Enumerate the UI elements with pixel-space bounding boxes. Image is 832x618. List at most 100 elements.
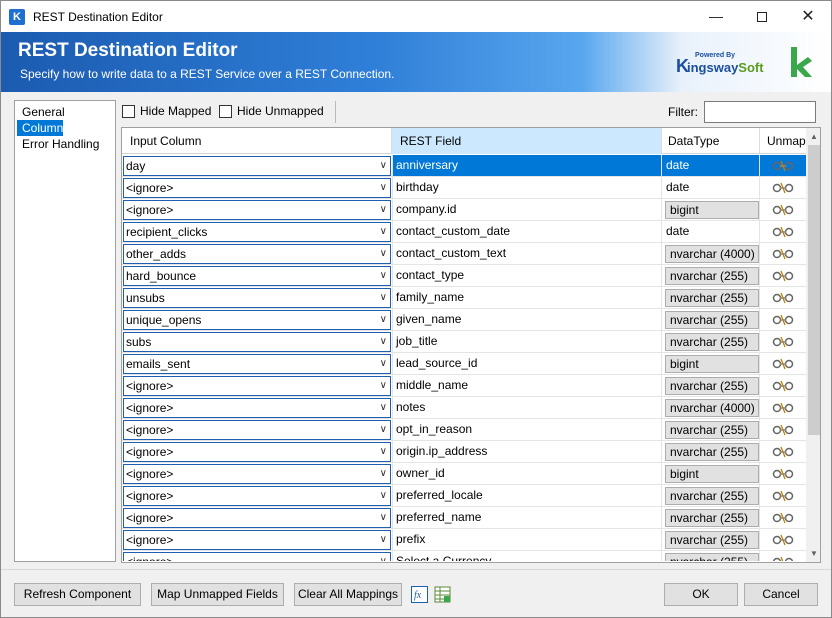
chevron-down-icon[interactable]: ∨	[380, 179, 387, 197]
input-column-select[interactable]: <ignore> ∨	[123, 200, 391, 220]
input-column-select[interactable]: <ignore> ∨	[123, 464, 391, 484]
input-column-select[interactable]: <ignore> ∨	[123, 552, 391, 561]
header-rest-field[interactable]: REST Field	[392, 128, 662, 154]
unmap-icon[interactable]	[772, 379, 794, 393]
unmap-icon[interactable]	[772, 291, 794, 305]
rest-field-cell[interactable]: job_title	[392, 331, 662, 352]
input-column-select[interactable]: unsubs ∨	[123, 288, 391, 308]
table-row[interactable]: <ignore> ∨ preferred_name nvarchar (255)	[122, 507, 806, 529]
chevron-down-icon[interactable]: ∨	[380, 509, 387, 527]
rest-field-cell[interactable]: opt_in_reason	[392, 419, 662, 440]
rest-field-cell[interactable]: notes	[392, 397, 662, 418]
filter-input[interactable]	[704, 101, 816, 123]
table-row[interactable]: <ignore> ∨ owner_id bigint	[122, 463, 806, 485]
unmap-icon[interactable]	[772, 313, 794, 327]
unmap-icon[interactable]	[772, 511, 794, 525]
unmap-icon[interactable]	[772, 467, 794, 481]
input-column-select[interactable]: <ignore> ∨	[123, 178, 391, 198]
scroll-up-icon[interactable]: ▲	[806, 128, 820, 145]
unmap-icon[interactable]	[772, 533, 794, 547]
input-column-select[interactable]: <ignore> ∨	[123, 398, 391, 418]
chevron-down-icon[interactable]: ∨	[380, 245, 387, 263]
table-row[interactable]: <ignore> ∨ origin.ip_address nvarchar (255)	[122, 441, 806, 463]
table-row[interactable]: <ignore> ∨ opt_in_reason nvarchar (255)	[122, 419, 806, 441]
rest-field-cell[interactable]: owner_id	[392, 463, 662, 484]
unmap-icon[interactable]	[772, 181, 794, 195]
chevron-down-icon[interactable]: ∨	[380, 355, 387, 373]
minimize-button[interactable]: —	[693, 1, 739, 32]
chevron-down-icon[interactable]: ∨	[380, 553, 387, 561]
rest-field-cell[interactable]: preferred_name	[392, 507, 662, 528]
table-row[interactable]: <ignore> ∨ preferred_locale nvarchar (255)	[122, 485, 806, 507]
table-row[interactable]: other_adds ∨ contact_custom_text nvarchar (…	[122, 243, 806, 265]
cancel-button[interactable]: Cancel	[744, 583, 818, 606]
nav-item-columns[interactable]: Columns	[17, 120, 69, 136]
input-column-select[interactable]: <ignore> ∨	[123, 530, 391, 550]
table-row[interactable]: emails_sent ∨ lead_source_id bigint	[122, 353, 806, 375]
header-unmap[interactable]: Unmap	[760, 128, 806, 154]
fx-icon[interactable]: fx	[411, 586, 428, 603]
unmap-icon[interactable]	[772, 269, 794, 283]
unmap-icon[interactable]	[772, 555, 794, 561]
chevron-down-icon[interactable]: ∨	[380, 223, 387, 241]
unmap-icon[interactable]	[772, 225, 794, 239]
chevron-down-icon[interactable]: ∨	[380, 157, 387, 175]
scroll-down-icon[interactable]: ▼	[806, 545, 820, 562]
nav-item-general[interactable]: General	[17, 104, 113, 120]
unmap-icon[interactable]	[772, 247, 794, 261]
rest-field-cell[interactable]: given_name	[392, 309, 662, 330]
rest-field-cell[interactable]: anniversary	[392, 155, 662, 176]
refresh-component-button[interactable]: Refresh Component	[14, 583, 141, 606]
input-column-select[interactable]: unique_opens ∨	[123, 310, 391, 330]
rest-field-cell[interactable]: lead_source_id	[392, 353, 662, 374]
chevron-down-icon[interactable]: ∨	[380, 487, 387, 505]
close-button[interactable]: ✕	[785, 1, 831, 32]
spreadsheet-icon[interactable]	[434, 586, 451, 603]
rest-field-cell[interactable]: origin.ip_address	[392, 441, 662, 462]
maximize-button[interactable]	[739, 1, 785, 32]
table-row[interactable]: unique_opens ∨ given_name nvarchar (255)	[122, 309, 806, 331]
chevron-down-icon[interactable]: ∨	[380, 465, 387, 483]
rest-field-cell[interactable]: Select a Currency	[392, 551, 662, 561]
table-row[interactable]: <ignore> ∨ notes nvarchar (4000)	[122, 397, 806, 419]
unmap-icon[interactable]	[772, 489, 794, 503]
input-column-select[interactable]: <ignore> ∨	[123, 442, 391, 462]
hide-unmapped-checkbox[interactable]	[219, 105, 232, 118]
unmap-icon[interactable]	[772, 335, 794, 349]
input-column-select[interactable]: emails_sent ∨	[123, 354, 391, 374]
header-datatype[interactable]: DataType	[662, 128, 760, 154]
input-column-select[interactable]: <ignore> ∨	[123, 420, 391, 440]
nav-item-error-handling[interactable]: Error Handling	[17, 136, 113, 152]
chevron-down-icon[interactable]: ∨	[380, 531, 387, 549]
chevron-down-icon[interactable]: ∨	[380, 333, 387, 351]
table-row[interactable]: subs ∨ job_title nvarchar (255)	[122, 331, 806, 353]
header-input-column[interactable]: Input Column	[122, 128, 392, 154]
table-row[interactable]: <ignore> ∨ Select a Currencynvarchar (255)	[122, 551, 806, 561]
chevron-down-icon[interactable]: ∨	[380, 201, 387, 219]
chevron-down-icon[interactable]: ∨	[380, 399, 387, 417]
hide-mapped-checkbox[interactable]	[122, 105, 135, 118]
rest-field-cell[interactable]: prefix	[392, 529, 662, 550]
rest-field-cell[interactable]: contact_custom_text	[392, 243, 662, 264]
input-column-select[interactable]: <ignore> ∨	[123, 508, 391, 528]
chevron-down-icon[interactable]: ∨	[380, 443, 387, 461]
map-unmapped-fields-button[interactable]: Map Unmapped Fields	[151, 583, 284, 606]
rest-field-cell[interactable]: birthday	[392, 177, 662, 198]
rest-field-cell[interactable]: contact_custom_date	[392, 221, 662, 242]
clear-all-mappings-button[interactable]: Clear All Mappings	[294, 583, 402, 606]
unmap-icon[interactable]	[772, 159, 794, 173]
vertical-scrollbar[interactable]: ▲ ▼	[806, 128, 820, 562]
scroll-thumb[interactable]	[808, 145, 820, 435]
table-row[interactable]: <ignore> ∨ middle_name nvarchar (255)	[122, 375, 806, 397]
table-row[interactable]: <ignore> ∨ company.id bigint	[122, 199, 806, 221]
input-column-select[interactable]: subs ∨	[123, 332, 391, 352]
chevron-down-icon[interactable]: ∨	[380, 267, 387, 285]
table-row[interactable]: day ∨ anniversary date	[122, 155, 806, 177]
rest-field-cell[interactable]: contact_type	[392, 265, 662, 286]
rest-field-cell[interactable]: preferred_locale	[392, 485, 662, 506]
unmap-icon[interactable]	[772, 423, 794, 437]
unmap-icon[interactable]	[772, 357, 794, 371]
ok-button[interactable]: OK	[664, 583, 738, 606]
unmap-icon[interactable]	[772, 401, 794, 415]
table-row[interactable]: hard_bounce ∨ contact_type nvarchar (255)	[122, 265, 806, 287]
